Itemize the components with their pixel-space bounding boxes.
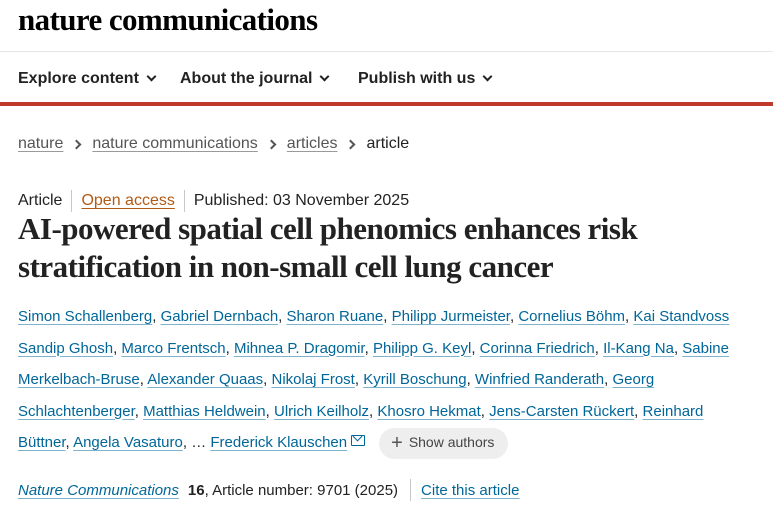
author-link[interactable]: Kyrill Boschung [363, 371, 466, 388]
author-link[interactable]: Kai Standvoss [633, 308, 729, 325]
main-nav: Explore content About the journal Publis… [0, 53, 773, 106]
author-link[interactable]: Philipp Jurmeister [392, 308, 510, 325]
nav-label: Publish with us [358, 70, 476, 87]
author-link[interactable]: Büttner [18, 434, 66, 451]
nav-label: Explore content [18, 70, 139, 87]
email-icon[interactable] [351, 435, 366, 446]
chevron-right-icon [266, 139, 277, 149]
author-link[interactable]: Angela Vasaturo [73, 434, 183, 451]
published-date: Published: 03 November 2025 [193, 192, 410, 209]
author-link[interactable]: Simon Schallenberg [18, 308, 152, 325]
article-title: AI-powered spatial cell phenomics enhanc… [18, 211, 638, 284]
breadcrumb-current: article [366, 135, 410, 152]
author-link[interactable]: Georg [613, 371, 655, 388]
author-link[interactable]: Nikolaj Frost [271, 371, 354, 388]
breadcrumb-nature-communications[interactable]: nature communications [92, 135, 257, 153]
author-link[interactable]: Khosro Hekmat [377, 403, 480, 420]
author-link[interactable]: Corinna Friedrich [480, 340, 595, 357]
nav-explore-content[interactable]: Explore content [18, 70, 157, 88]
journal-link[interactable]: Nature Communications [18, 482, 179, 499]
author-link[interactable]: Alexander Quaas [147, 371, 263, 388]
article-number: , Article number: 9701 (2025) [204, 481, 399, 499]
chevron-down-icon [146, 71, 157, 82]
article-meta: Article Open access Published: 03 Novemb… [18, 190, 409, 212]
authors-ellipsis: … [191, 434, 207, 451]
author-link[interactable]: Merkelbach-Bruse [18, 371, 140, 388]
breadcrumb-articles[interactable]: articles [287, 135, 338, 153]
author-link[interactable]: Schlachtenberger [18, 403, 135, 420]
cite-this-article-link[interactable]: Cite this article [421, 482, 519, 499]
article-type: Article [18, 192, 63, 209]
corresponding-author-link[interactable]: Frederick Klauschen [210, 434, 347, 451]
citation-line: Nature Communications 16 , Article numbe… [18, 479, 519, 501]
author-link[interactable]: Sabine [682, 340, 729, 357]
chevron-down-icon [319, 71, 330, 82]
divider [410, 479, 412, 501]
author-link[interactable]: Cornelius Böhm [518, 308, 625, 325]
author-link[interactable]: Sandip Ghosh [18, 340, 113, 357]
breadcrumb: nature nature communications articles ar… [18, 135, 409, 153]
show-authors-label: Show authors [408, 434, 495, 451]
masthead: nature communications [0, 0, 773, 52]
nav-label: About the journal [180, 70, 313, 87]
author-link[interactable]: Philipp G. Keyl [373, 340, 471, 357]
author-link[interactable]: Gabriel Dernbach [161, 308, 279, 325]
author-link[interactable]: Winfried Randerath [475, 371, 604, 388]
chevron-down-icon [482, 71, 493, 82]
nav-about-journal[interactable]: About the journal [180, 70, 330, 88]
show-authors-button[interactable]: + Show authors [379, 427, 509, 459]
chevron-right-icon [71, 139, 82, 149]
author-link[interactable]: Ulrich Keilholz [274, 403, 369, 420]
plus-icon: + [391, 432, 403, 455]
open-access-link[interactable]: Open access [81, 192, 174, 210]
author-link[interactable]: Jens-Carsten Rückert [489, 403, 634, 420]
author-link[interactable]: Il-Kang Na [603, 340, 674, 357]
volume: 16 [187, 481, 205, 499]
journal-logo[interactable]: nature communications [18, 2, 318, 38]
divider [71, 190, 73, 212]
author-link[interactable]: Mihnea P. Dragomir [234, 340, 365, 357]
divider [183, 190, 185, 212]
breadcrumb-nature[interactable]: nature [18, 135, 63, 153]
author-link[interactable]: Marco Frentsch [121, 340, 225, 357]
nav-publish-with-us[interactable]: Publish with us [358, 70, 493, 88]
chevron-right-icon [346, 139, 356, 149]
author-list: Simon Schallenberg, Gabriel Dernbach, Sh… [18, 301, 768, 459]
author-link[interactable]: Matthias Heldwein [143, 403, 266, 420]
author-link[interactable]: Reinhard [643, 403, 704, 420]
author-link[interactable]: Sharon Ruane [287, 308, 384, 325]
